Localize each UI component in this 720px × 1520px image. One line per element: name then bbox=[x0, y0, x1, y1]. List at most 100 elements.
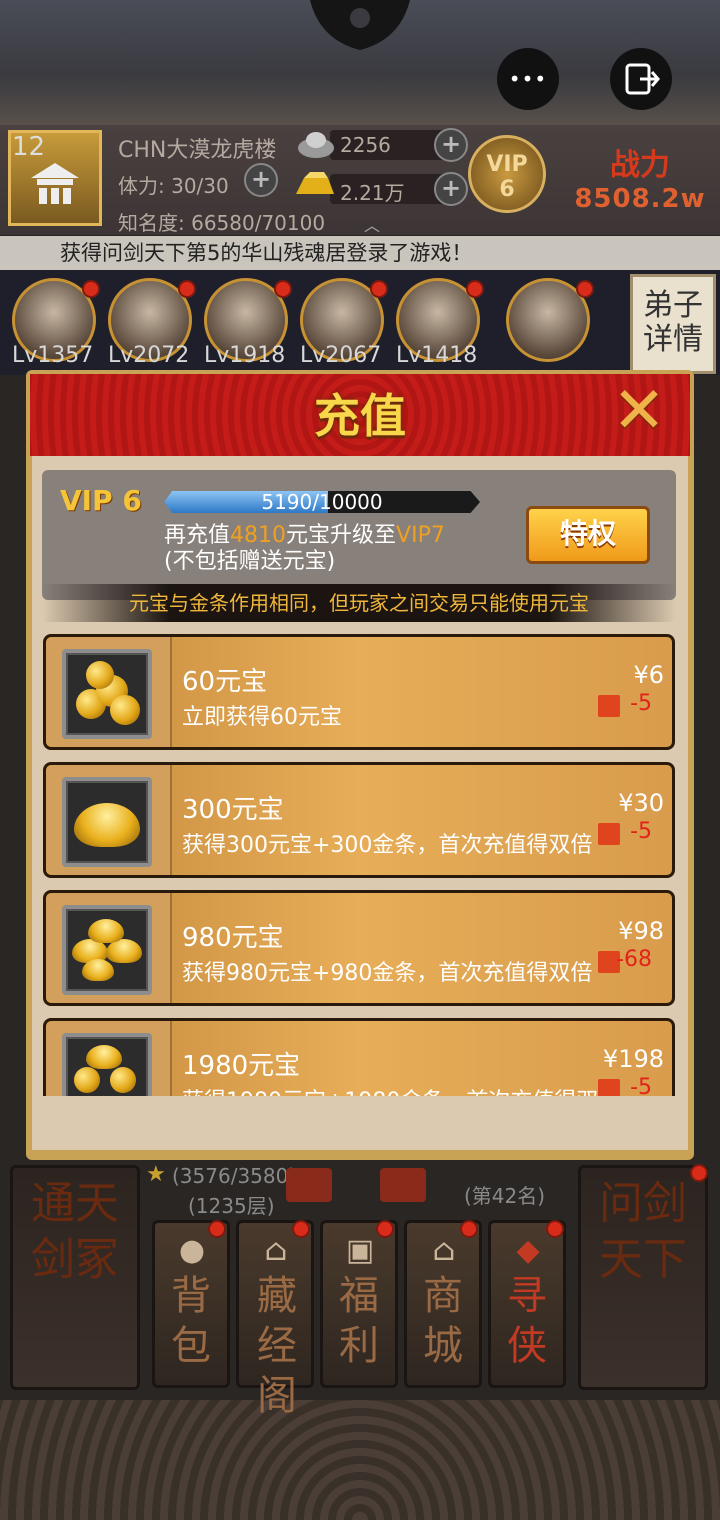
nav-welfare-button[interactable]: ▣ 福利 bbox=[320, 1220, 398, 1388]
chest-icon[interactable] bbox=[286, 1168, 332, 1202]
notification-dot bbox=[82, 280, 100, 298]
nav-recruit-button[interactable]: ◆ 寻侠 bbox=[488, 1220, 566, 1388]
disciple-level: Lv2067 bbox=[300, 343, 382, 368]
item-title: 300元宝 bbox=[182, 795, 284, 825]
ingots-pile-icon bbox=[62, 905, 152, 995]
vip-level-label: VIP 6 bbox=[60, 484, 142, 517]
arena-rank: (第42名) bbox=[464, 1184, 546, 1208]
treasure-pile-icon bbox=[62, 1033, 152, 1096]
combat-power-label: 战力 bbox=[610, 148, 670, 183]
vip-upgrade-note: (不包括赠送元宝) bbox=[164, 549, 336, 574]
tower-progress: (3576/3580) bbox=[172, 1164, 297, 1188]
welfare-icon: ▣ bbox=[345, 1233, 375, 1268]
star-icon: ★ bbox=[146, 1162, 166, 1187]
notification-dot bbox=[460, 1220, 478, 1238]
nav-label: 寻侠 bbox=[507, 1273, 547, 1369]
item-price: ¥30 bbox=[618, 789, 664, 817]
game-screen: ••• 12 CHN大漠龙虎楼 体力: 30/30 + 知名度: 66580/7… bbox=[0, 0, 720, 1520]
shop-icon: ⌂ bbox=[432, 1233, 456, 1268]
ingot-icon bbox=[62, 777, 152, 867]
announcement-marquee: 获得问剑天下第5的华山残魂居登录了游戏！ bbox=[0, 236, 720, 270]
recharge-item[interactable]: 300元宝 获得300元宝+300金条，首次充值得双倍 ¥30 -5 bbox=[43, 762, 675, 878]
notification-dot bbox=[466, 280, 484, 298]
exit-icon bbox=[625, 63, 660, 95]
item-title: 1980元宝 bbox=[182, 1051, 301, 1081]
fame-text: 知名度: 66580/70100 bbox=[118, 211, 326, 235]
dialog-title: 充值 bbox=[314, 389, 406, 443]
nav-bag-button[interactable]: ● 背包 bbox=[152, 1220, 230, 1388]
item-title: 60元宝 bbox=[182, 667, 268, 697]
red-packet-icon bbox=[598, 1079, 620, 1096]
vip-badge-label: VIP bbox=[486, 152, 528, 177]
disciple-level: Lv1357 bbox=[12, 343, 94, 368]
notification-dot bbox=[576, 280, 594, 298]
item-description: 获得1980元宝+1980金条，首次充值得双倍 bbox=[182, 1083, 620, 1096]
recharge-item[interactable]: 980元宝 获得980元宝+980金条，首次充值得双倍 ¥98 -68 bbox=[43, 890, 675, 1006]
tower-floor: (1235层) bbox=[188, 1194, 275, 1218]
vip-badge-level: 6 bbox=[499, 177, 515, 202]
arena-notification-dot bbox=[690, 1164, 708, 1182]
red-packet-icon bbox=[598, 823, 620, 845]
more-options-button[interactable]: ••• bbox=[497, 48, 559, 110]
item-description: 立即获得60元宝 bbox=[182, 705, 342, 730]
exit-button[interactable] bbox=[610, 48, 672, 110]
nav-label: 福利 bbox=[339, 1273, 379, 1369]
notification-dot bbox=[208, 1220, 226, 1238]
item-description: 获得980元宝+980金条，首次充值得双倍 bbox=[182, 961, 593, 986]
recharge-item[interactable]: 1980元宝 获得1980元宝+1980金条，首次充值得双倍 ¥198 -5 bbox=[43, 1018, 675, 1096]
arena-scroll-button[interactable]: 问剑天下 bbox=[578, 1165, 708, 1390]
player-name: CHN大漠龙虎楼 bbox=[118, 138, 277, 163]
player-level: 12 bbox=[12, 132, 46, 162]
bag-icon: ● bbox=[178, 1233, 206, 1268]
disciple-level: Lv1418 bbox=[396, 343, 478, 368]
item-description: 获得300元宝+300金条，首次充值得双倍 bbox=[182, 833, 593, 858]
vip-progress-text: 5190/10000 bbox=[261, 490, 383, 514]
tower-scroll-button[interactable]: 通天剑冢 bbox=[10, 1165, 140, 1390]
red-packet-icon bbox=[598, 695, 620, 717]
item-price: ¥6 bbox=[633, 661, 664, 689]
privilege-button[interactable]: 特权 bbox=[526, 506, 650, 564]
add-stamina-button[interactable]: + bbox=[244, 163, 278, 197]
nav-library-button[interactable]: ⌂ 藏经阁 bbox=[236, 1220, 314, 1419]
notification-dot bbox=[370, 280, 388, 298]
notification-dot bbox=[292, 1220, 310, 1238]
notification-dot bbox=[178, 280, 196, 298]
combat-power-value: 8508.2w bbox=[574, 184, 706, 214]
vip-next-level: VIP7 bbox=[396, 523, 445, 548]
currency-note: 元宝与金条作用相同，但玩家之间交易只能使用元宝 bbox=[42, 584, 676, 622]
notification-dot bbox=[274, 280, 292, 298]
stamina-text: 体力: 30/30 bbox=[118, 174, 229, 198]
combat-power: 战力 8508.2w bbox=[570, 140, 710, 215]
item-title: 980元宝 bbox=[182, 923, 284, 953]
gold-bar-icon bbox=[296, 172, 334, 194]
chest-icon[interactable] bbox=[380, 1168, 426, 1202]
nav-label: 藏经阁 bbox=[257, 1273, 297, 1419]
item-price: ¥198 bbox=[602, 1045, 664, 1073]
item-discount: -5 bbox=[630, 1075, 652, 1096]
disciple-level: Lv1918 bbox=[204, 343, 286, 368]
silver-amount: 2256 bbox=[340, 133, 391, 157]
recharge-item[interactable]: 60元宝 立即获得60元宝 ¥6 -5 bbox=[43, 634, 675, 750]
gold-amount: 2.21万 bbox=[340, 181, 405, 205]
recruit-icon: ◆ bbox=[516, 1233, 540, 1268]
coins-icon bbox=[62, 649, 152, 739]
roof-ornament bbox=[310, 0, 410, 50]
library-icon: ⌂ bbox=[264, 1233, 288, 1268]
item-discount: -68 bbox=[616, 947, 652, 972]
nav-shop-button[interactable]: ⌂ 商城 bbox=[404, 1220, 482, 1388]
recharge-list[interactable]: 60元宝 立即获得60元宝 ¥6 -5 300元宝 获得300元宝+300金条，… bbox=[32, 626, 688, 1096]
item-discount: -5 bbox=[630, 691, 652, 716]
silver-ingot-icon bbox=[298, 132, 334, 158]
more-icon: ••• bbox=[508, 67, 548, 91]
close-icon: ✕ bbox=[612, 374, 666, 448]
add-gold-button[interactable]: + bbox=[434, 172, 468, 206]
disciple-level: Lv2072 bbox=[108, 343, 190, 368]
vip-badge[interactable]: VIP 6 bbox=[468, 135, 546, 213]
close-button[interactable]: ✕ bbox=[600, 378, 678, 448]
nav-label: 商城 bbox=[423, 1273, 463, 1369]
item-discount: -5 bbox=[630, 819, 652, 844]
notification-dot bbox=[376, 1220, 394, 1238]
collapse-chevron-icon[interactable]: ︿ bbox=[358, 212, 386, 235]
add-silver-button[interactable]: + bbox=[434, 128, 468, 162]
disciple-detail-button[interactable]: 弟子详情 bbox=[630, 274, 716, 374]
